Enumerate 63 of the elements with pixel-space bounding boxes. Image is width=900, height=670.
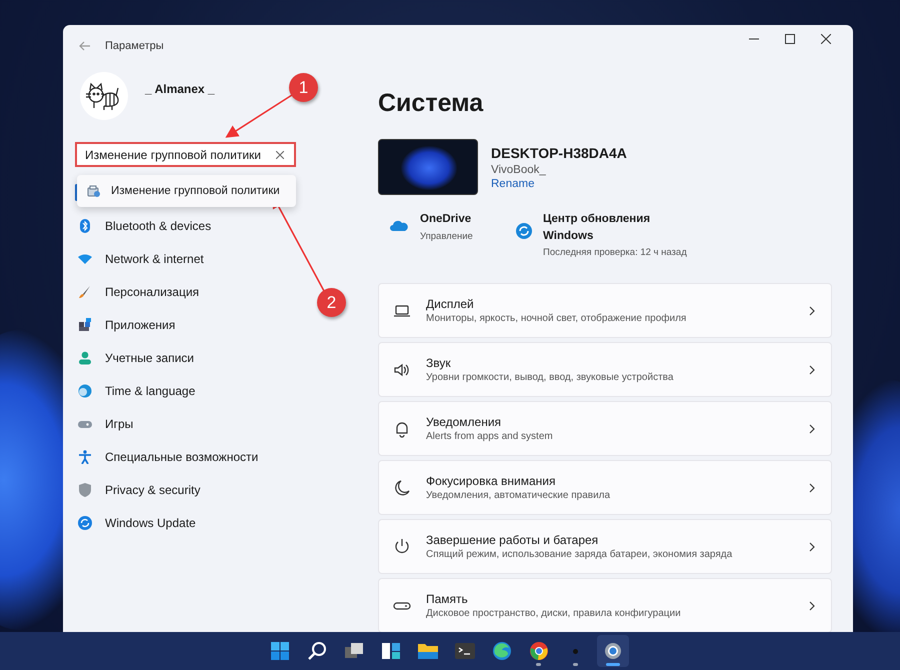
cat-avatar xyxy=(80,72,128,120)
policy-icon xyxy=(87,184,101,198)
chevron-icon xyxy=(809,306,815,316)
terminal-icon xyxy=(454,640,476,662)
page-title: Система xyxy=(378,89,484,118)
apps-icon xyxy=(78,318,92,332)
nav-item[interactable]: Time & language xyxy=(75,374,312,407)
back-arrow-icon[interactable] xyxy=(79,41,91,51)
nav-item[interactable]: Специальные возможности xyxy=(75,440,312,473)
service-title[interactable]: Центр обновления Windows xyxy=(543,211,703,244)
nav-item[interactable]: Учетные записи xyxy=(75,341,312,374)
power-icon xyxy=(393,538,411,556)
widgets-icon xyxy=(380,640,402,662)
sync-icon[interactable] xyxy=(515,223,533,239)
nav-item[interactable]: Privacy & security xyxy=(75,473,312,506)
settings-card[interactable]: Память Дисковое пространство, диски, правила конфигурации xyxy=(378,578,832,632)
suggestion-item[interactable]: Изменение групповой политики xyxy=(77,178,296,204)
network-icon xyxy=(78,252,92,266)
cloud-icon[interactable] xyxy=(390,218,408,234)
device-name: DESKTOP-H38DA4A xyxy=(491,145,627,161)
nav-item[interactable]: Windows Update xyxy=(75,506,312,539)
moon-icon xyxy=(393,478,411,496)
service-subtitle: Последняя проверка: 12 ч назад xyxy=(543,247,688,258)
browser-icon xyxy=(490,640,512,662)
settings-card[interactable]: Звук Уровни громкости, вывод, ввод, звуковые устройства xyxy=(378,342,832,397)
window-title: Параметры xyxy=(105,40,164,52)
nav-item[interactable]: Network & internet xyxy=(75,242,312,275)
personalization-icon xyxy=(78,284,92,298)
service-subtitle: Управление xyxy=(420,230,473,242)
bluetooth-icon xyxy=(78,218,92,232)
rename-link[interactable]: Rename xyxy=(491,178,627,190)
nav-item[interactable]: Приложения xyxy=(75,308,312,341)
selection-indicator xyxy=(75,184,78,201)
service-title[interactable]: OneDrive xyxy=(420,211,473,228)
taskbar-button[interactable] xyxy=(596,635,628,667)
close-icon[interactable] xyxy=(821,34,831,44)
settings-card[interactable]: Фокусировка внимания Уведомления, автоматические правила xyxy=(378,460,832,515)
windows-logo-icon xyxy=(268,640,290,662)
clear-icon[interactable] xyxy=(276,150,284,158)
search-field[interactable]: Изменение групповой политики xyxy=(75,142,296,167)
privacy-icon xyxy=(78,482,92,496)
update-icon xyxy=(78,516,92,530)
nav-item[interactable]: Игры xyxy=(75,407,312,440)
user-name: _ Almanex _ xyxy=(145,82,215,96)
chevron-icon xyxy=(809,364,815,374)
chevron-icon xyxy=(809,600,815,610)
browser-icon xyxy=(528,640,550,662)
dot-icon xyxy=(573,648,578,654)
settings-card[interactable]: Завершение работы и батарея Спящий режим, использование заряда батареи, экономия заряда xyxy=(378,519,832,574)
settings-card[interactable]: Дисплей Мониторы, яркость, ночной свет, отображение профиля xyxy=(378,283,832,338)
chevron-icon xyxy=(809,542,815,552)
accounts-icon xyxy=(78,350,92,364)
maximize-icon[interactable] xyxy=(785,34,795,44)
nav-item[interactable]: Персонализация xyxy=(75,275,312,308)
settings-card[interactable]: Уведомления Alerts from apps and system xyxy=(378,401,832,456)
device-model: VivoBook_ xyxy=(491,164,547,176)
nav-item[interactable]: Bluetooth & devices xyxy=(75,209,312,242)
chevron-icon xyxy=(809,424,815,434)
accessibility-icon xyxy=(78,450,92,464)
suggestion-label: Изменение групповой политики xyxy=(111,185,280,197)
search-icon xyxy=(306,640,328,662)
annotation-arrow xyxy=(225,94,292,138)
chevron-icon xyxy=(809,482,815,492)
